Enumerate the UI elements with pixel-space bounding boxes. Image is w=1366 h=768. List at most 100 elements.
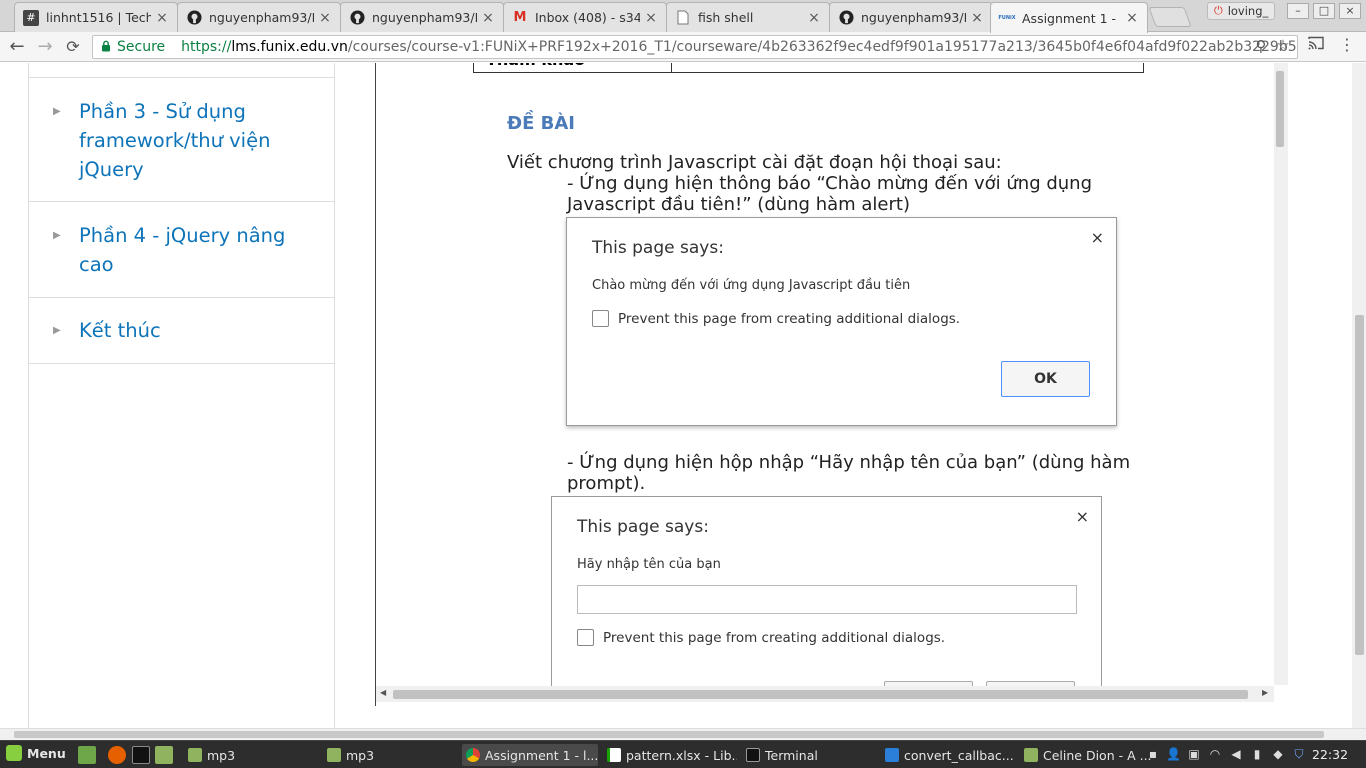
- calc-icon: [607, 748, 621, 762]
- close-icon[interactable]: ×: [1076, 507, 1089, 526]
- prevent-dialogs-checkbox[interactable]: [577, 629, 594, 646]
- tab-linhnt[interactable]: # linhnt1516 | Techn ×: [14, 2, 178, 32]
- taskbar-window-vscode[interactable]: convert_callbac...: [881, 744, 1015, 766]
- scrollbar-thumb[interactable]: [1276, 71, 1284, 147]
- reload-button[interactable]: ⟳: [62, 36, 84, 58]
- tab-gmail[interactable]: M Inbox (408) - s340 ×: [503, 2, 667, 32]
- tab-github-1[interactable]: nguyenpham93/Fl ×: [177, 2, 341, 32]
- terminal-launcher-icon[interactable]: [132, 746, 150, 764]
- ok-button[interactable]: OK: [1001, 361, 1090, 397]
- clock[interactable]: 22:32: [1312, 747, 1348, 762]
- scrollbar-thumb[interactable]: [14, 731, 1324, 738]
- close-tab-icon[interactable]: ×: [481, 10, 495, 26]
- keyboard-icon[interactable]: ▣: [1187, 747, 1201, 761]
- tab-label: nguyenpham93/Fl: [372, 10, 477, 25]
- files-launcher-icon[interactable]: [155, 746, 173, 764]
- page-icon: [675, 10, 691, 26]
- url-host: lms.funix.edu.vn: [231, 39, 348, 55]
- prompt-input[interactable]: [577, 585, 1077, 614]
- tab-strip: # linhnt1516 | Techn × nguyenpham93/Fl ×…: [0, 0, 1366, 33]
- forward-button[interactable]: →: [34, 36, 56, 58]
- secure-label: Secure: [117, 39, 166, 55]
- scroll-left-icon[interactable]: ◀: [380, 688, 386, 697]
- taskbar-window-celine[interactable]: Celine Dion - A ...: [1020, 744, 1154, 766]
- close-window-button[interactable]: ×: [1339, 3, 1361, 19]
- taskbar-window-chrome[interactable]: Assignment 1 - l...: [462, 744, 598, 766]
- back-button[interactable]: ←: [6, 36, 28, 58]
- window-label: Celine Dion - A ...: [1043, 747, 1152, 763]
- close-tab-icon[interactable]: ×: [807, 10, 821, 26]
- close-tab-icon[interactable]: ×: [318, 10, 332, 26]
- terminal-icon: [746, 748, 760, 762]
- sidebar-item-label: Phần 3 - Sử dụng framework/thư viện jQue…: [79, 100, 271, 181]
- scrollbar-thumb[interactable]: [393, 690, 1248, 699]
- tab-fish-shell[interactable]: fish shell ×: [666, 2, 830, 32]
- window-label: mp3: [207, 747, 236, 763]
- step1-line1: - Ứng dụng hiện thông báo “Chào mừng đến…: [567, 173, 1093, 194]
- bookmark-star-icon[interactable]: ☆: [1274, 36, 1292, 54]
- shield-icon[interactable]: ⛉: [1292, 747, 1306, 761]
- close-tab-icon[interactable]: ×: [644, 10, 658, 26]
- iframe-horizontal-scrollbar[interactable]: ◀ ▶: [376, 686, 1274, 702]
- chevron-right-icon: ▶: [53, 106, 61, 117]
- iframe-vertical-scrollbar[interactable]: [1274, 63, 1288, 685]
- tab-label: nguyenpham93/Fl: [209, 10, 314, 25]
- section-heading: ĐỀ BÀI: [507, 113, 575, 134]
- window-label: Assignment 1 - l...: [485, 747, 598, 763]
- taskbar-window-terminal[interactable]: Terminal: [742, 744, 876, 766]
- start-menu-button[interactable]: Menu: [6, 745, 66, 761]
- github-icon: [349, 10, 365, 26]
- show-desktop-icon[interactable]: [78, 746, 96, 764]
- taskbar-window-mp3-2[interactable]: mp3: [323, 744, 457, 766]
- funix-icon: FUNiX: [998, 15, 1016, 21]
- window-label: Terminal: [765, 747, 818, 763]
- close-icon[interactable]: ×: [1091, 228, 1104, 247]
- scrollbar-thumb[interactable]: [1355, 315, 1364, 655]
- wifi-icon[interactable]: ◠: [1208, 747, 1222, 761]
- page-horizontal-scrollbar[interactable]: [0, 728, 1366, 740]
- close-tab-icon[interactable]: ×: [155, 10, 169, 26]
- chevron-right-icon: ▶: [53, 325, 61, 336]
- tab-github-3[interactable]: nguyenpham93/D ×: [829, 2, 993, 32]
- firefox-icon[interactable]: [108, 746, 126, 764]
- chrome-icon: [466, 748, 480, 762]
- scroll-right-icon[interactable]: ▶: [1262, 688, 1268, 697]
- update-icon[interactable]: ◆: [1271, 747, 1285, 761]
- user-icon[interactable]: 👤: [1166, 747, 1181, 761]
- taskbar-window-mp3[interactable]: mp3: [184, 744, 318, 766]
- prevent-dialogs-checkbox[interactable]: [592, 310, 609, 327]
- tab-label: Inbox (408) - s340: [535, 10, 640, 25]
- profile-button[interactable]: ⏻ loving_: [1207, 2, 1276, 20]
- window-label: mp3: [346, 747, 375, 763]
- new-tab-button[interactable]: [1148, 7, 1192, 27]
- menu-dots-icon[interactable]: ⋮: [1338, 35, 1356, 54]
- step2-line2: prompt).: [567, 473, 646, 494]
- sidebar-item-phan3[interactable]: ▶ Phần 3 - Sử dụng framework/thư viện jQ…: [29, 77, 335, 202]
- step2-line1: - Ứng dụng hiện hộp nhập “Hãy nhập tên c…: [567, 452, 1131, 473]
- window-label: pattern.xlsx - Lib...: [626, 747, 737, 763]
- dialog-message: Hãy nhập tên của bạn: [577, 557, 721, 572]
- close-tab-icon[interactable]: ×: [1125, 10, 1139, 26]
- profile-label: loving_: [1227, 4, 1269, 18]
- tray-extra-icon[interactable]: ▪: [1146, 747, 1160, 761]
- tab-assignment[interactable]: FUNiX Assignment 1 - lựa ×: [990, 2, 1148, 33]
- cast-icon[interactable]: [1307, 36, 1325, 54]
- volume-icon[interactable]: ◀: [1229, 747, 1243, 761]
- sidebar-item-ket-thuc[interactable]: ▶ Kết thúc: [29, 298, 335, 364]
- taskbar-window-calc[interactable]: pattern.xlsx - Lib...: [603, 744, 737, 766]
- tab-github-2[interactable]: nguyenpham93/Fl ×: [340, 2, 504, 32]
- address-bar[interactable]: Secure https:// lms.funix.edu.vn /course…: [92, 35, 1298, 59]
- zoom-icon[interactable]: ⚲: [1252, 37, 1270, 55]
- gmail-icon: M: [513, 10, 527, 25]
- sidebar-item-phan4[interactable]: ▶ Phần 4 - jQuery nâng cao: [29, 202, 335, 298]
- close-tab-icon[interactable]: ×: [970, 10, 984, 26]
- vscode-icon: [885, 748, 899, 762]
- folder-icon: [1024, 748, 1038, 762]
- minimize-button[interactable]: –: [1287, 3, 1309, 19]
- battery-icon[interactable]: ▮: [1250, 747, 1264, 761]
- course-sidebar: ▶ Phần 3 - Sử dụng framework/thư viện jQ…: [28, 63, 335, 728]
- profile-icon: ⏻: [1214, 4, 1223, 17]
- browser-toolbar: ← → ⟳ Secure https:// lms.funix.edu.vn /…: [0, 32, 1366, 62]
- page-vertical-scrollbar[interactable]: [1352, 63, 1366, 728]
- maximize-button[interactable]: □: [1313, 3, 1335, 19]
